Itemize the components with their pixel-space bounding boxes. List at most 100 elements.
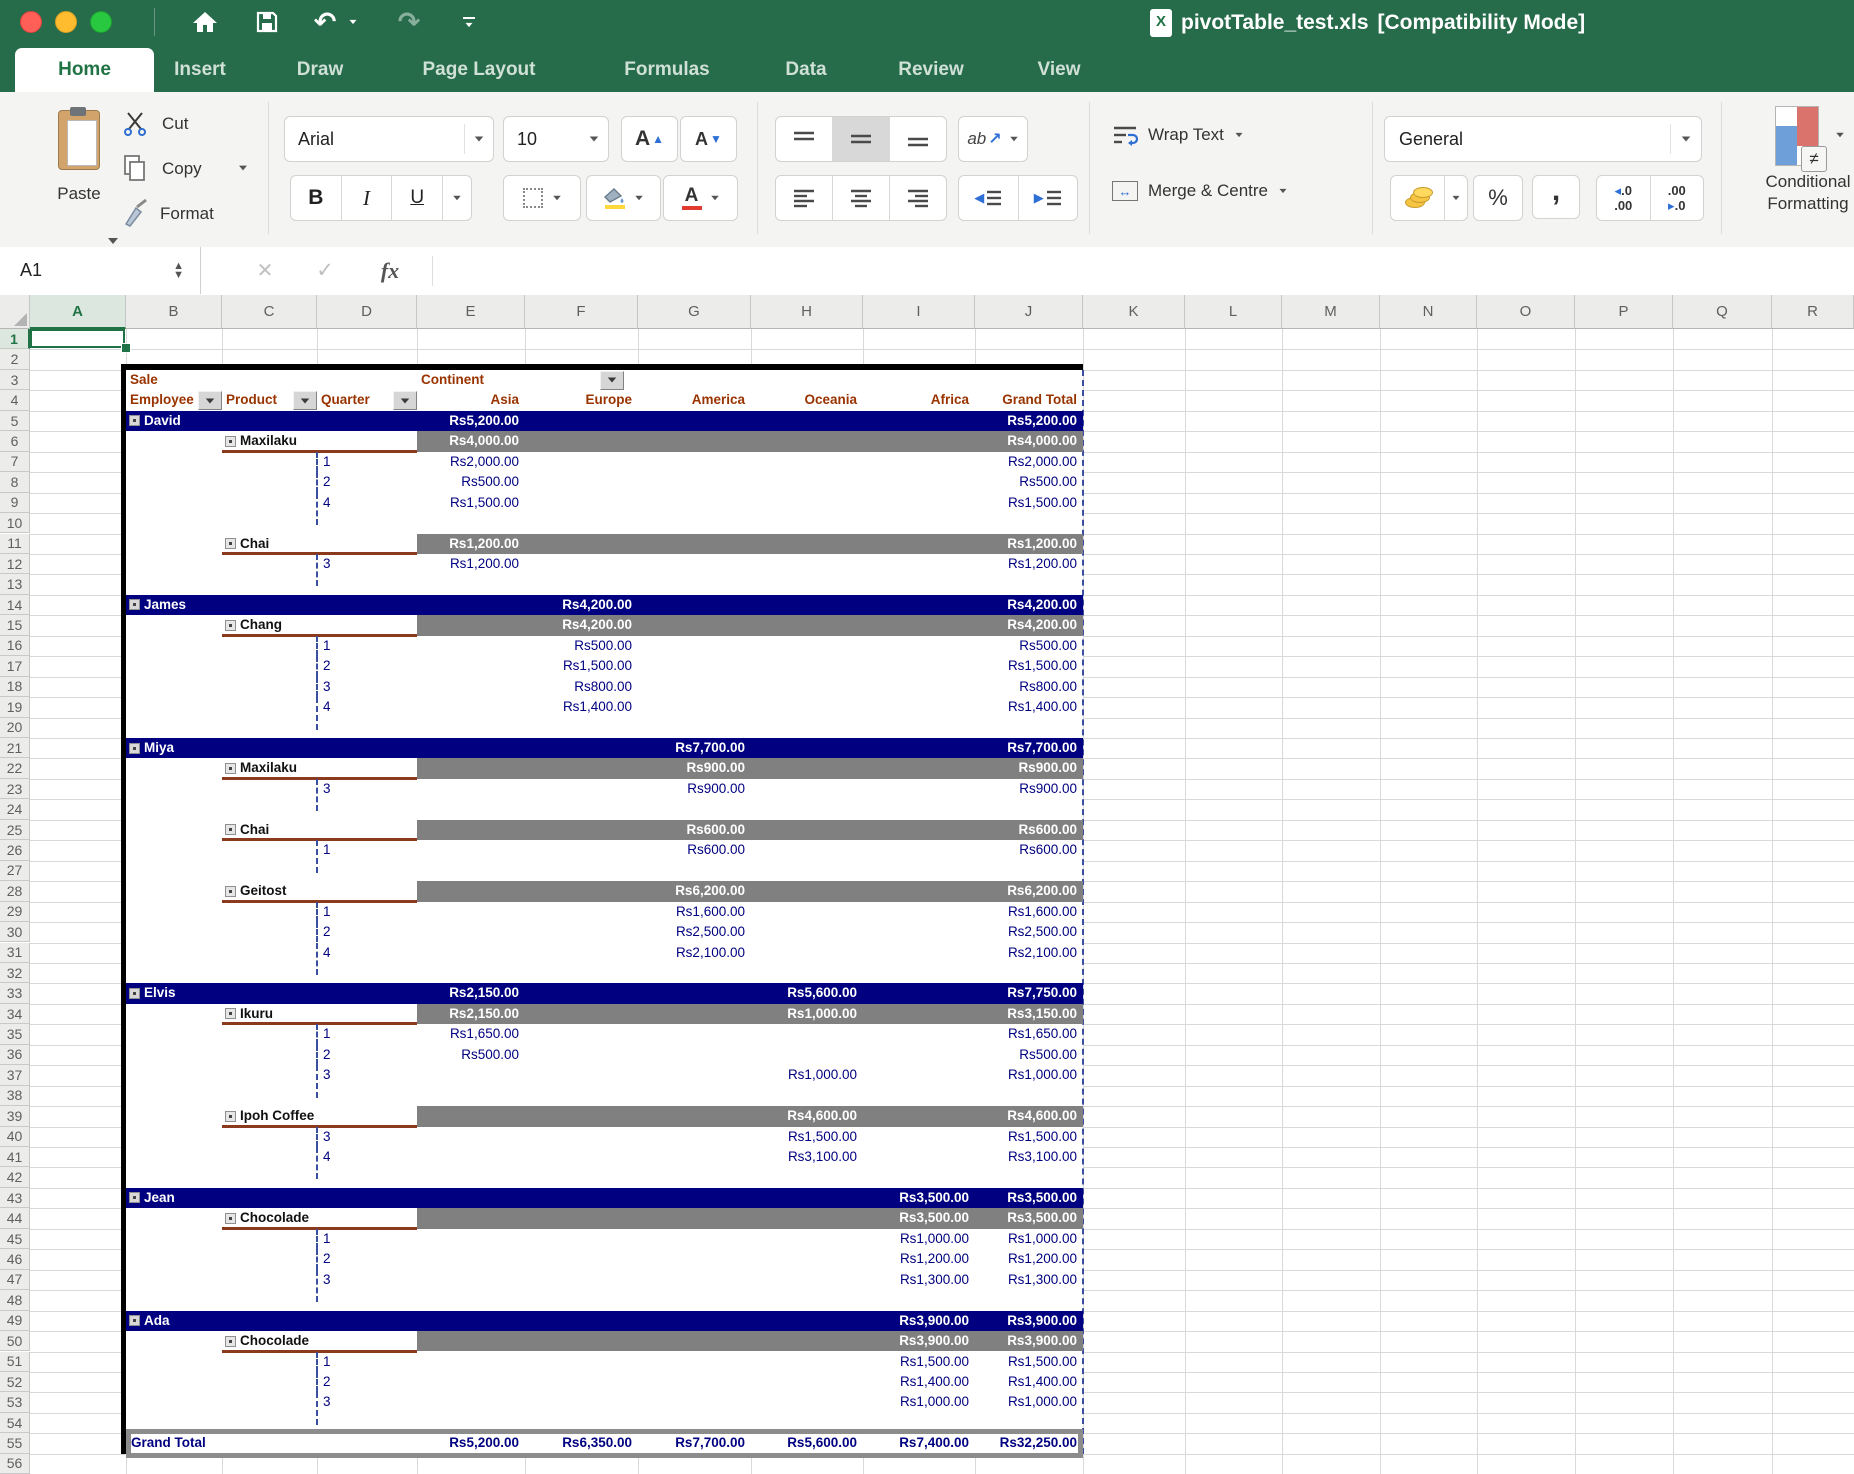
wrap-text-button[interactable]: Wrap Text: [1112, 120, 1292, 150]
value-cell[interactable]: Rs3,100.00: [751, 1147, 857, 1167]
italic-button[interactable]: I: [342, 176, 393, 220]
tab-insert[interactable]: Insert: [164, 48, 236, 92]
percent-style-button[interactable]: %: [1473, 175, 1523, 221]
employee-total-cell[interactable]: Rs7,700.00: [975, 738, 1077, 758]
expand-button-employee[interactable]: [129, 743, 140, 754]
quarter-label[interactable]: 3: [323, 1392, 383, 1412]
value-cell[interactable]: Rs1,300.00: [863, 1270, 969, 1290]
value-cell[interactable]: Rs1,500.00: [863, 1352, 969, 1372]
product-total-cell[interactable]: Rs3,500.00: [863, 1208, 969, 1228]
value-cell[interactable]: Rs1,400.00: [975, 697, 1077, 717]
value-cell[interactable]: Rs500.00: [525, 636, 632, 656]
value-cell[interactable]: Rs2,500.00: [638, 922, 745, 942]
align-top-button[interactable]: [776, 117, 833, 161]
selection-fill-handle[interactable]: [121, 343, 131, 353]
expand-button-employee[interactable]: [129, 1192, 140, 1203]
grand-total-label[interactable]: Grand Total: [131, 1433, 281, 1453]
quarter-label[interactable]: 3: [323, 1270, 383, 1290]
employee-total-cell[interactable]: Rs3,500.00: [975, 1188, 1077, 1208]
value-cell[interactable]: Rs1,000.00: [863, 1392, 969, 1412]
quarter-label[interactable]: 2: [323, 656, 383, 676]
align-left-button[interactable]: [776, 176, 833, 220]
value-cell[interactable]: Rs2,000.00: [417, 452, 519, 472]
employee-total-cell[interactable]: Rs3,900.00: [863, 1311, 969, 1331]
selected-cell-outline[interactable]: [30, 329, 125, 348]
merge-centre-button[interactable]: ↔ Merge & Centre: [1112, 176, 1362, 206]
quarter-label[interactable]: 1: [323, 1024, 383, 1044]
product-total-cell[interactable]: Rs600.00: [638, 820, 745, 840]
currency-button[interactable]: [1390, 175, 1468, 221]
expand-button-product[interactable]: [225, 436, 236, 447]
paste-button[interactable]: [52, 110, 106, 182]
tab-view[interactable]: View: [1028, 48, 1091, 92]
product-name[interactable]: Ikuru: [240, 1004, 410, 1024]
enter-icon[interactable]: ✓: [305, 247, 345, 294]
home-icon[interactable]: [188, 2, 222, 42]
value-cell[interactable]: Rs1,200.00: [417, 554, 519, 574]
quarter-label[interactable]: 3: [323, 677, 383, 697]
decrease-font-size-button[interactable]: A▼: [680, 116, 737, 162]
tab-home[interactable]: Home: [15, 48, 154, 92]
product-total-cell[interactable]: Rs4,000.00: [417, 431, 519, 451]
expand-button-employee[interactable]: [129, 599, 140, 610]
quarter-label[interactable]: 2: [323, 922, 383, 942]
currency-dropdown-icon[interactable]: [1445, 176, 1467, 220]
product-name[interactable]: Geitost: [240, 881, 410, 901]
employee-total-cell[interactable]: Rs5,200.00: [975, 411, 1077, 431]
product-name[interactable]: Ipoh Coffee: [240, 1106, 410, 1126]
name-box-spinner[interactable]: ▲▼: [173, 262, 184, 280]
product-name[interactable]: Maxilaku: [240, 431, 410, 451]
value-cell[interactable]: Rs1,400.00: [975, 1372, 1077, 1392]
quarter-label[interactable]: 1: [323, 452, 383, 472]
product-total-cell[interactable]: Rs4,600.00: [975, 1106, 1077, 1126]
quarter-label[interactable]: 1: [323, 1352, 383, 1372]
employee-total-cell[interactable]: Rs4,200.00: [975, 595, 1077, 615]
customize-quick-access-icon[interactable]: [456, 2, 482, 42]
quarter-filter-button[interactable]: [393, 391, 417, 410]
grand-total-cell[interactable]: Rs7,700.00: [638, 1433, 745, 1453]
quarter-label[interactable]: 3: [323, 1127, 383, 1147]
product-total-cell[interactable]: Rs900.00: [638, 758, 745, 778]
quarter-label[interactable]: 4: [323, 493, 383, 513]
conditional-formatting-button[interactable]: ≠ Conditional Formatting: [1763, 106, 1854, 231]
cancel-icon[interactable]: ✕: [245, 247, 285, 294]
product-total-cell[interactable]: Rs600.00: [975, 820, 1077, 840]
quarter-label[interactable]: 4: [323, 1147, 383, 1167]
tab-page-layout[interactable]: Page Layout: [413, 48, 546, 92]
expand-button-product[interactable]: [225, 886, 236, 897]
value-cell[interactable]: Rs900.00: [975, 779, 1077, 799]
grand-total-cell[interactable]: Rs5,200.00: [417, 1433, 519, 1453]
value-cell[interactable]: Rs1,300.00: [975, 1270, 1077, 1290]
tab-data[interactable]: Data: [775, 48, 836, 92]
expand-button-product[interactable]: [225, 1111, 236, 1122]
decrease-decimal-button[interactable]: .00▸.0: [1651, 176, 1704, 220]
value-cell[interactable]: Rs1,400.00: [863, 1372, 969, 1392]
format-button[interactable]: Format: [120, 198, 260, 230]
product-total-cell[interactable]: Rs3,150.00: [975, 1004, 1077, 1024]
undo-dropdown-icon[interactable]: [346, 2, 360, 42]
expand-button-product[interactable]: [225, 1008, 236, 1019]
quarter-label[interactable]: 1: [323, 1229, 383, 1249]
product-total-cell[interactable]: Rs3,500.00: [975, 1208, 1077, 1228]
expand-button-employee[interactable]: [129, 1315, 140, 1326]
decrease-indent-button[interactable]: ◀: [959, 176, 1019, 220]
increase-indent-button[interactable]: ▶: [1019, 176, 1078, 220]
grand-total-cell[interactable]: Rs5,600.00: [751, 1433, 857, 1453]
value-cell[interactable]: Rs500.00: [975, 1045, 1077, 1065]
value-cell[interactable]: Rs1,200.00: [975, 554, 1077, 574]
quarter-label[interactable]: 3: [323, 779, 383, 799]
value-cell[interactable]: Rs500.00: [975, 636, 1077, 656]
align-bottom-button[interactable]: [890, 117, 946, 161]
product-total-cell[interactable]: Rs6,200.00: [638, 881, 745, 901]
value-cell[interactable]: Rs600.00: [638, 840, 745, 860]
quarter-label[interactable]: 4: [323, 943, 383, 963]
value-cell[interactable]: Rs1,000.00: [975, 1065, 1077, 1085]
fill-color-button[interactable]: [586, 175, 661, 221]
bold-button[interactable]: B: [291, 176, 342, 220]
product-total-cell[interactable]: Rs900.00: [975, 758, 1077, 778]
expand-button-employee[interactable]: [129, 988, 140, 999]
font-family-select[interactable]: Arial: [284, 116, 494, 162]
employee-total-cell[interactable]: Rs4,200.00: [525, 595, 632, 615]
employee-total-cell[interactable]: Rs5,600.00: [751, 983, 857, 1003]
value-cell[interactable]: Rs1,600.00: [638, 902, 745, 922]
